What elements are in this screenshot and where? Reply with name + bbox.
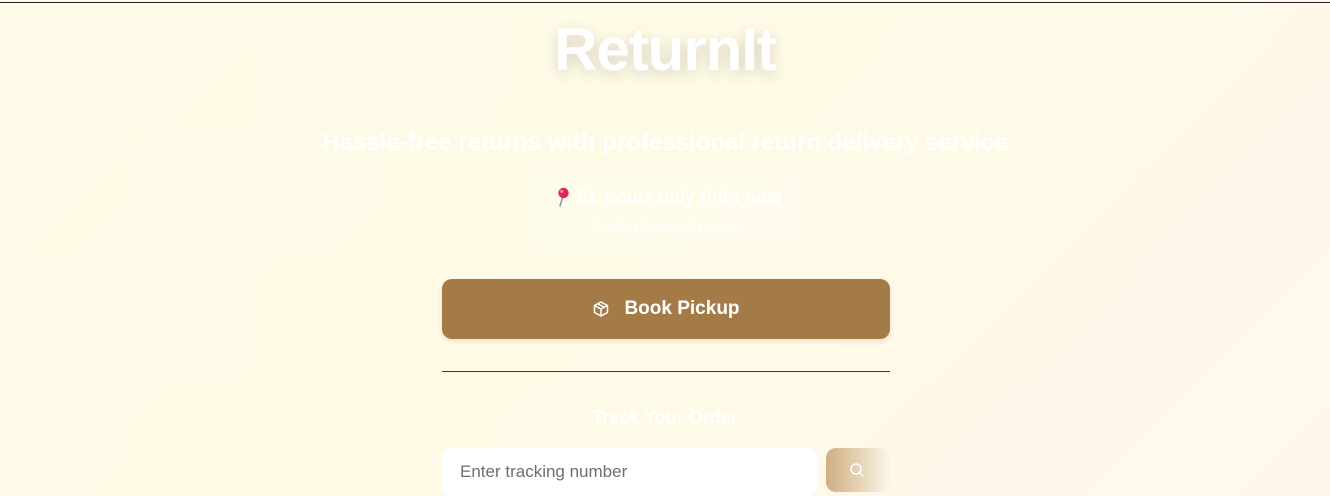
track-order-heading: Track Your Order [592,407,738,427]
tagline: Hassle-free returns with professional re… [322,129,1008,156]
location-row: St. Louis only right now [528,186,804,208]
top-border-line [0,2,1330,3]
package-icon [592,300,610,318]
location-title: St. Louis only right now [577,186,781,207]
location-subtitle: Coming to your city soon! [592,218,740,233]
section-divider [442,371,890,372]
book-pickup-button[interactable]: Book Pickup [442,279,890,339]
map-pin-icon [551,186,573,208]
location-card: St. Louis only right now Coming to your … [527,172,805,248]
track-search-button[interactable] [826,448,890,492]
brand-title: ReturnIt [554,16,777,83]
search-icon [849,462,865,478]
tracking-number-input[interactable] [442,448,818,496]
book-pickup-label: Book Pickup [624,298,740,319]
